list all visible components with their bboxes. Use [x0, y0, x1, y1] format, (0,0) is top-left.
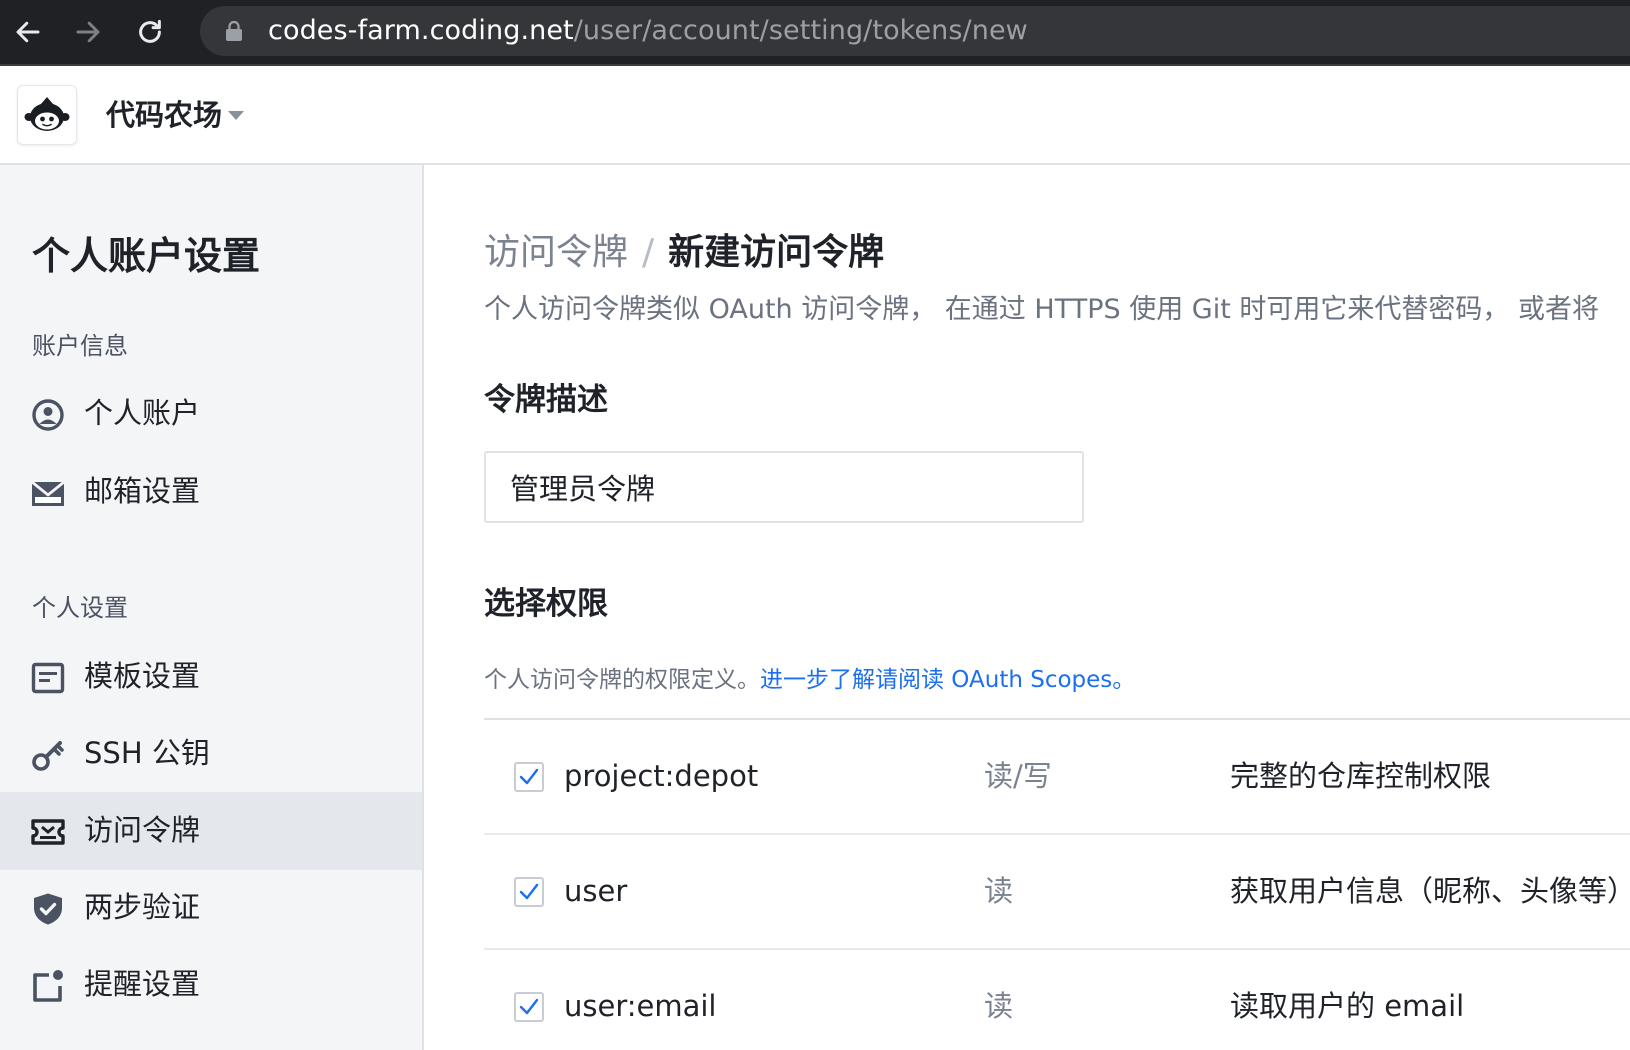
key-icon	[32, 741, 64, 771]
scope-name: user	[564, 874, 628, 908]
oauth-scopes-link[interactable]: 进一步了解请阅读 OAuth Scopes。	[760, 667, 1135, 693]
scope-hint-text: 个人访问令牌的权限定义。	[484, 667, 760, 693]
check-icon	[519, 998, 539, 1015]
reload-button[interactable]	[128, 10, 172, 54]
sidebar-item-label: 邮箱设置	[84, 474, 201, 508]
ticket-icon	[31, 819, 65, 845]
table-row: user:email 读 读取用户的 email	[484, 950, 1630, 1050]
sidebar-item-email-settings[interactable]: 邮箱设置	[0, 453, 422, 531]
reload-icon	[139, 19, 161, 43]
token-description-label: 令牌描述	[484, 382, 608, 418]
table-row: user 读 获取用户信息（昵称、头像等）	[484, 835, 1630, 950]
group-title-personal: 个人设置	[32, 594, 128, 622]
sidebar-item-label: SSH 公钥	[84, 736, 210, 770]
settings-sidebar: 个人账户设置 账户信息 个人账户 邮箱设置 个人设置 模板设置 SSH 公钥 访…	[0, 165, 424, 1050]
scope-name: user:email	[564, 989, 717, 1023]
breadcrumb: 访问令牌 / 新建访问令牌	[484, 231, 884, 275]
notification-icon	[33, 970, 63, 1002]
address-bar[interactable]: codes-farm.coding.net/user/account/setti…	[200, 6, 1630, 56]
sidebar-title: 个人账户设置	[32, 234, 261, 278]
forward-button[interactable]	[66, 10, 110, 54]
scope-checkbox[interactable]	[514, 762, 544, 792]
page-title: 新建访问令牌	[668, 232, 885, 273]
sidebar-item-two-factor-auth[interactable]: 两步验证	[0, 869, 422, 947]
table-row: project:depot 读/写 完整的仓库控制权限	[484, 720, 1630, 835]
url-path: /user/account/setting/tokens/new	[573, 15, 1028, 46]
app-header: 代码农场	[0, 66, 1630, 165]
template-icon	[31, 662, 65, 694]
scope-checkbox[interactable]	[514, 992, 544, 1022]
team-switcher[interactable]: 代码农场	[106, 96, 222, 134]
back-button[interactable]	[6, 10, 50, 54]
caret-down-icon[interactable]	[228, 111, 244, 120]
token-description-input[interactable]	[484, 451, 1084, 523]
team-logo[interactable]	[17, 85, 77, 145]
group-title-account: 账户信息	[32, 332, 128, 360]
scope-access: 读	[984, 874, 1014, 908]
mail-icon	[31, 480, 65, 506]
scope-section-title: 选择权限	[484, 586, 608, 622]
url-host: codes-farm.coding.net	[268, 15, 574, 46]
sidebar-item-label: 个人账户	[84, 396, 201, 430]
sidebar-item-label: 模板设置	[84, 659, 201, 693]
scope-access: 读/写	[984, 759, 1052, 793]
scope-access: 读	[984, 989, 1014, 1023]
browser-toolbar: codes-farm.coding.net/user/account/setti…	[0, 0, 1630, 66]
scope-checkbox[interactable]	[514, 877, 544, 907]
sidebar-item-label: 两步验证	[84, 890, 201, 924]
sidebar-item-access-tokens[interactable]: 访问令牌	[0, 792, 422, 870]
coding-monkey-logo	[24, 97, 70, 131]
sidebar-item-label: 访问令牌	[84, 813, 201, 847]
main-content: 访问令牌 / 新建访问令牌 个人访问令牌类似 OAuth 访问令牌， 在通过 HTT…	[424, 165, 1630, 1050]
shield-check-icon	[34, 893, 62, 925]
sidebar-item-personal-account[interactable]: 个人账户	[0, 375, 422, 453]
scope-table: project:depot 读/写 完整的仓库控制权限 user 读 获取用户信…	[484, 718, 1630, 1050]
sidebar-item-label: 提醒设置	[84, 967, 201, 1001]
breadcrumb-separator: /	[642, 232, 655, 273]
lock-icon[interactable]	[224, 20, 244, 42]
scope-name: project:depot	[564, 759, 759, 793]
check-icon	[519, 768, 539, 785]
url-text[interactable]: codes-farm.coding.net/user/account/setti…	[268, 16, 1028, 46]
check-icon	[519, 883, 539, 900]
sidebar-item-ssh-keys[interactable]: SSH 公钥	[0, 715, 422, 793]
arrow-left-icon	[16, 21, 40, 43]
scope-hint: 个人访问令牌的权限定义。进一步了解请阅读 OAuth Scopes。	[484, 665, 1135, 695]
scope-description: 完整的仓库控制权限	[1230, 759, 1492, 793]
scope-description: 获取用户信息（昵称、头像等）	[1230, 874, 1630, 908]
breadcrumb-tokens-link[interactable]: 访问令牌	[484, 232, 628, 273]
arrow-right-icon	[76, 21, 100, 43]
page-description: 个人访问令牌类似 OAuth 访问令牌， 在通过 HTTPS 使用 Git 时可…	[484, 294, 1599, 325]
sidebar-item-notification-settings[interactable]: 提醒设置	[0, 946, 422, 1024]
sidebar-item-template-settings[interactable]: 模板设置	[0, 638, 422, 716]
scope-description: 读取用户的 email	[1230, 989, 1465, 1023]
user-circle-icon	[32, 399, 64, 431]
